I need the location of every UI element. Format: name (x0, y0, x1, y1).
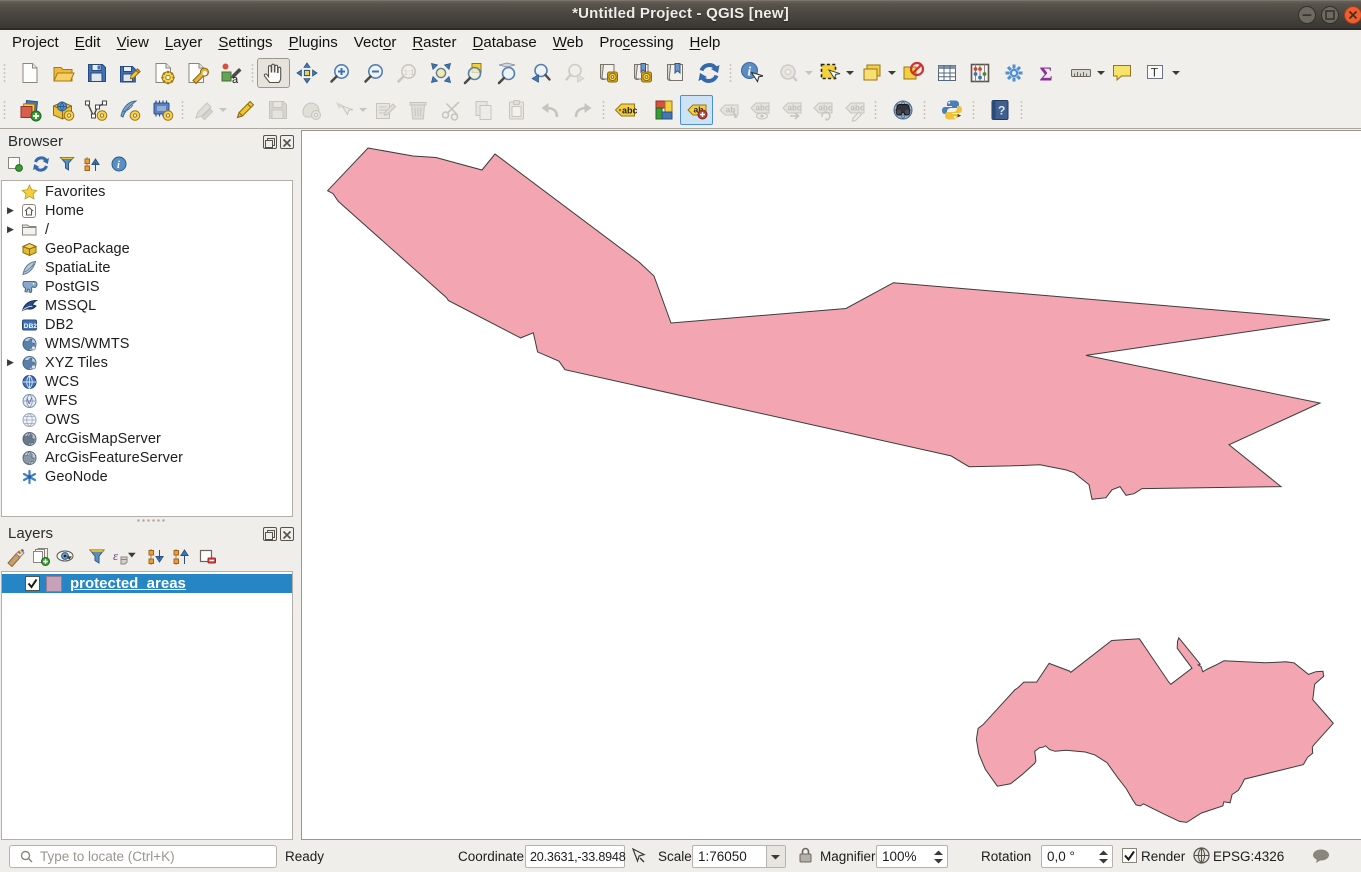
svg-text:DB2: DB2 (24, 322, 38, 329)
svg-text:ε: ε (113, 548, 119, 563)
svg-text:abc: abc (850, 103, 864, 112)
svg-text:a: a (232, 74, 239, 85)
svg-text:1:1: 1:1 (404, 67, 414, 76)
svg-text:i: i (117, 160, 120, 171)
svg-text:T: T (1151, 65, 1159, 79)
svg-text:V: V (27, 397, 33, 406)
svg-text:?: ? (998, 103, 1005, 117)
svg-text:i: i (748, 63, 752, 78)
svg-text:abc: abc (756, 103, 770, 112)
svg-text:Σ: Σ (1040, 63, 1053, 85)
svg-text:abc: abc (787, 103, 801, 112)
svg-text:abc: abc (819, 103, 833, 112)
svg-text:abc: abc (622, 105, 637, 115)
